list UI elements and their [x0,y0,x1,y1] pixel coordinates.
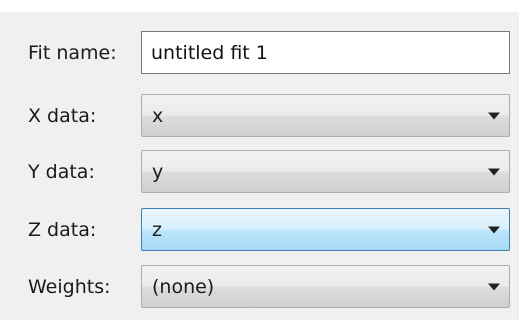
z-data-selected-value: z [152,218,162,241]
weights-dropdown[interactable]: (none) [141,265,510,308]
y-data-label: Y data: [28,160,95,183]
z-data-dropdown[interactable]: z [141,208,510,251]
z-data-label: Z data: [28,218,97,241]
top-strip [0,0,519,12]
weights-label: Weights: [28,275,111,298]
x-data-label: X data: [28,104,97,127]
chevron-down-icon [488,226,500,233]
fit-name-label: Fit name: [28,41,117,64]
chevron-down-icon [488,168,500,175]
weights-row: Weights: (none) [0,265,519,308]
y-data-dropdown[interactable]: y [141,150,510,193]
weights-selected-value: (none) [152,275,215,298]
x-data-selected-value: x [152,104,164,127]
fit-name-input[interactable] [141,31,510,74]
chevron-down-icon [488,112,500,119]
y-data-selected-value: y [152,160,164,183]
z-data-row: Z data: z [0,208,519,251]
chevron-down-icon [488,283,500,290]
fit-settings-panel: Fit name: X data: x Y data: y Z data: z … [0,0,519,320]
fit-name-row: Fit name: [0,31,519,74]
x-data-dropdown[interactable]: x [141,94,510,137]
x-data-row: X data: x [0,94,519,137]
y-data-row: Y data: y [0,150,519,193]
